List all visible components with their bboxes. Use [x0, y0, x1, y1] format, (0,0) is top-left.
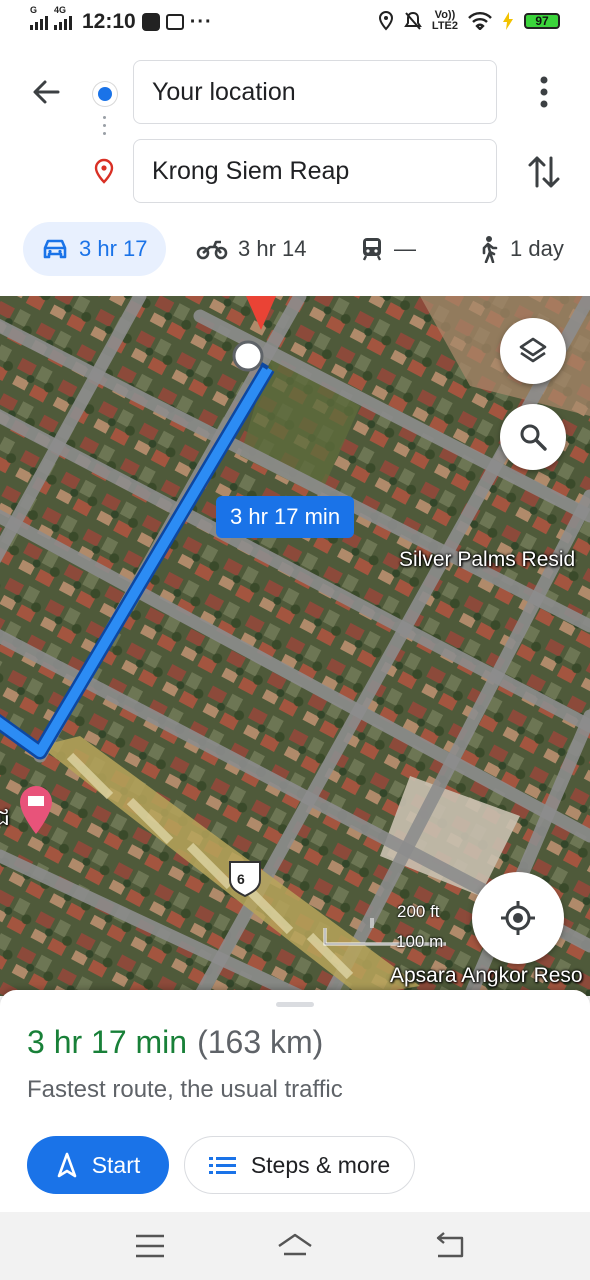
- message-icon: [165, 14, 184, 30]
- travel-mode-bar: 3 hr 17 3 hr 14 — 1 day: [0, 222, 590, 278]
- route-distance: (163 km): [197, 1024, 324, 1060]
- layers-button[interactable]: [500, 318, 566, 384]
- start-button-label: Start: [91, 1151, 141, 1178]
- route-eta: 3 hr 17 min (163 km): [27, 1024, 323, 1061]
- sheet-drag-handle[interactable]: [276, 1002, 314, 1007]
- destination-input[interactable]: Krong Siem Reap: [133, 139, 497, 203]
- mode-walk[interactable]: 1 day: [476, 222, 564, 276]
- clock: 12:10: [82, 10, 136, 33]
- mode-drive[interactable]: 3 hr 17: [23, 222, 166, 276]
- location-status-icon: [378, 11, 393, 31]
- volte-indicator: Vo)) LTE2: [431, 9, 458, 32]
- map-view[interactable]: 3 hr 17 min Silver Palms Resid Apsara An…: [0, 296, 590, 996]
- place-label-apsara-angkor[interactable]: Apsara Angkor Reso: [390, 964, 583, 988]
- battery-level: 97: [524, 13, 560, 29]
- route-connector: [103, 116, 107, 146]
- mode-motorcycle-label: 3 hr 14: [238, 236, 307, 261]
- steps-and-more-label: Steps & more: [250, 1151, 391, 1178]
- route-summary-sheet: 3 hr 17 min (163 km) Fastest route, the u…: [0, 990, 590, 1212]
- facebook-icon: [141, 13, 160, 31]
- system-nav-bar: [0, 1212, 590, 1280]
- train-icon: [362, 238, 382, 261]
- my-location-button[interactable]: [472, 872, 564, 964]
- mode-transit-label: —: [394, 236, 416, 261]
- origin-input[interactable]: Your location: [133, 60, 497, 124]
- route-description: Fastest route, the usual traffic: [27, 1076, 343, 1103]
- more-notifications-icon: ···: [189, 10, 213, 33]
- place-label-silver-palms[interactable]: Silver Palms Resid: [399, 548, 575, 572]
- my-location-icon: [501, 901, 535, 935]
- navigation-arrow-icon: [57, 1152, 77, 1178]
- steps-and-more-button[interactable]: Steps & more: [184, 1136, 415, 1194]
- search-along-route-button[interactable]: [500, 404, 566, 470]
- more-vert-icon[interactable]: [530, 72, 558, 112]
- scale-ft-label: 200 ft: [397, 902, 440, 921]
- signal-4g-icon: 4G: [54, 5, 72, 30]
- swap-icon[interactable]: [524, 150, 564, 194]
- layers-icon: [519, 337, 547, 363]
- arrow-back-icon[interactable]: [28, 74, 64, 110]
- wifi-icon: [468, 12, 492, 30]
- back-icon[interactable]: [430, 1230, 470, 1262]
- scale-m-label: 100 m: [396, 932, 444, 951]
- walk-icon: [482, 236, 498, 263]
- eta-time: 3 hr 17 min: [27, 1024, 188, 1060]
- mute-icon: [404, 11, 422, 30]
- motorcycle-icon: [196, 240, 228, 260]
- home-icon[interactable]: [275, 1230, 315, 1262]
- status-bar: G 4G 12:10 ··· Vo)) LTE2 97: [0, 0, 590, 44]
- mode-drive-label: 3 hr 17: [79, 236, 148, 261]
- mode-motorcycle[interactable]: 3 hr 14: [196, 222, 307, 276]
- menu-icon[interactable]: [130, 1230, 170, 1262]
- list-icon: [208, 1157, 236, 1174]
- mode-transit[interactable]: —: [360, 222, 416, 276]
- start-button[interactable]: Start: [27, 1136, 169, 1194]
- signal-icon: G: [30, 5, 48, 30]
- car-icon: [43, 239, 67, 259]
- mode-walk-label: 1 day: [510, 236, 564, 261]
- route-duration-callout[interactable]: 3 hr 17 min: [216, 496, 355, 538]
- route-6-shield: 6: [237, 871, 245, 887]
- search-icon: [520, 424, 547, 451]
- place-label-partial: ជ: [0, 805, 10, 830]
- origin-dot-icon: [93, 82, 117, 106]
- charging-icon: [503, 12, 513, 30]
- destination-pin-icon: [94, 158, 114, 184]
